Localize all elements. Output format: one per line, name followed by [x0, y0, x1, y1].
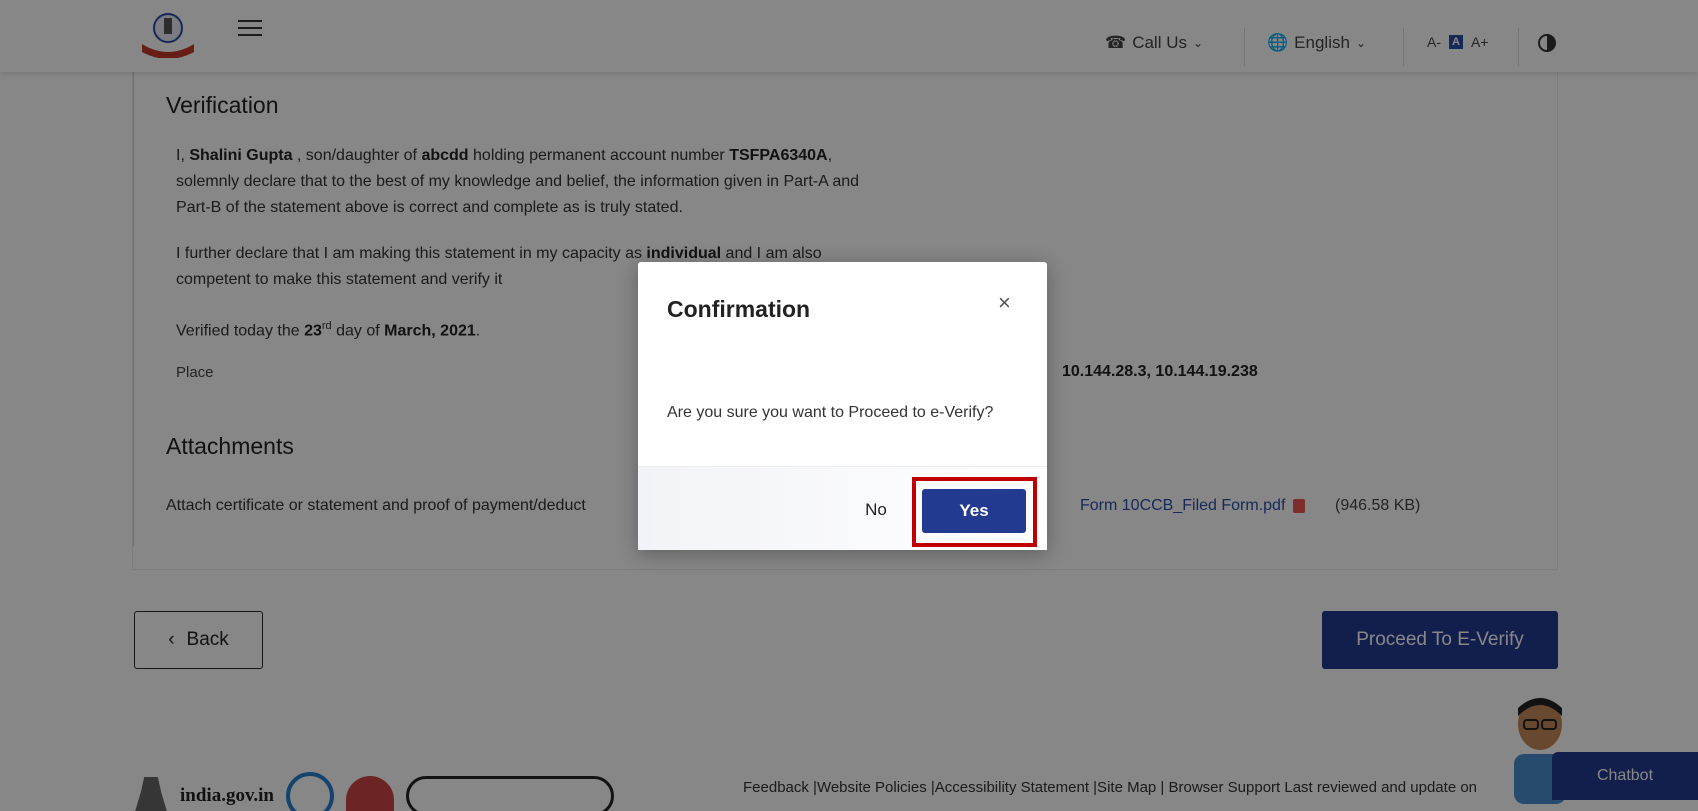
yes-button[interactable]: Yes: [922, 489, 1026, 533]
no-button[interactable]: No: [846, 495, 906, 525]
dialog-message: Are you sure you want to Proceed to e-Ve…: [667, 404, 994, 421]
close-icon[interactable]: ×: [998, 292, 1011, 314]
confirmation-dialog: Confirmation × Are you sure you want to …: [638, 262, 1047, 550]
dialog-title: Confirmation: [667, 296, 811, 322]
dialog-footer: No Yes: [638, 466, 1047, 550]
